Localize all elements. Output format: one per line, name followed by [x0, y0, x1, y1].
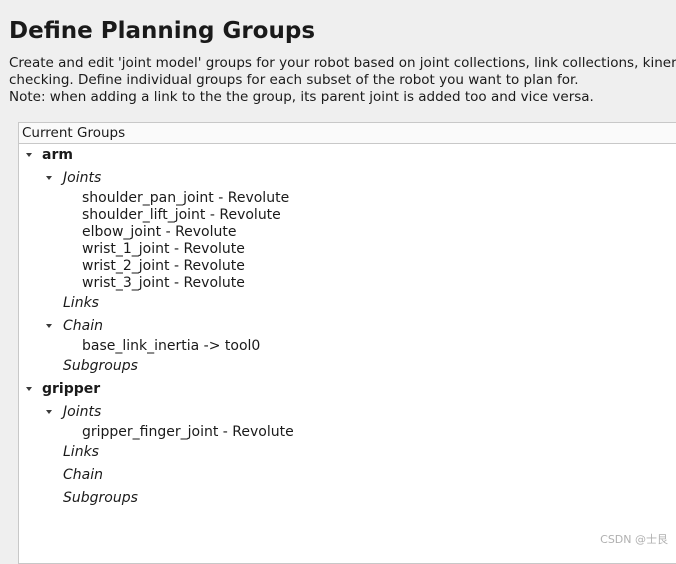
chain-item[interactable]: base_link_inertia -> tool0: [82, 338, 260, 354]
expand-arrow-icon[interactable]: [26, 153, 32, 157]
description-line: Note: when adding a link to the the grou…: [9, 89, 594, 105]
watermark: CSDN @士艮: [600, 533, 668, 546]
arm-subgroups-node[interactable]: Subgroups: [63, 358, 138, 374]
gripper-subgroups-node[interactable]: Subgroups: [63, 490, 138, 506]
gripper-links-node[interactable]: Links: [63, 444, 99, 460]
group-arm[interactable]: arm: [42, 147, 73, 163]
gripper-joints-node[interactable]: Joints: [63, 404, 101, 420]
joint-item[interactable]: wrist_1_joint - Revolute: [82, 241, 245, 257]
joint-item[interactable]: gripper_finger_joint - Revolute: [82, 424, 294, 440]
description-line: checking. Define individual groups for e…: [9, 72, 579, 88]
groups-tree[interactable]: Current Groups arm Joints shoulder_pan_j…: [18, 122, 676, 564]
joint-item[interactable]: wrist_2_joint - Revolute: [82, 258, 245, 274]
joint-item[interactable]: shoulder_lift_joint - Revolute: [82, 207, 281, 223]
joint-item[interactable]: elbow_joint - Revolute: [82, 224, 237, 240]
joint-item[interactable]: shoulder_pan_joint - Revolute: [82, 190, 289, 206]
expand-arrow-icon[interactable]: [26, 387, 32, 391]
group-gripper[interactable]: gripper: [42, 381, 100, 397]
gripper-chain-node[interactable]: Chain: [63, 467, 103, 483]
description-line: Create and edit 'joint model' groups for…: [9, 55, 676, 71]
arm-joints-node[interactable]: Joints: [63, 170, 101, 186]
page-description: Create and edit 'joint model' groups for…: [9, 55, 676, 106]
arm-links-node[interactable]: Links: [63, 295, 99, 311]
expand-arrow-icon[interactable]: [46, 176, 52, 180]
expand-arrow-icon[interactable]: [46, 410, 52, 414]
joint-item[interactable]: wrist_3_joint - Revolute: [82, 275, 245, 291]
arm-chain-node[interactable]: Chain: [63, 318, 103, 334]
expand-arrow-icon[interactable]: [46, 324, 52, 328]
tree-header-current-groups[interactable]: Current Groups: [19, 123, 676, 144]
page-title: Define Planning Groups: [9, 18, 316, 44]
